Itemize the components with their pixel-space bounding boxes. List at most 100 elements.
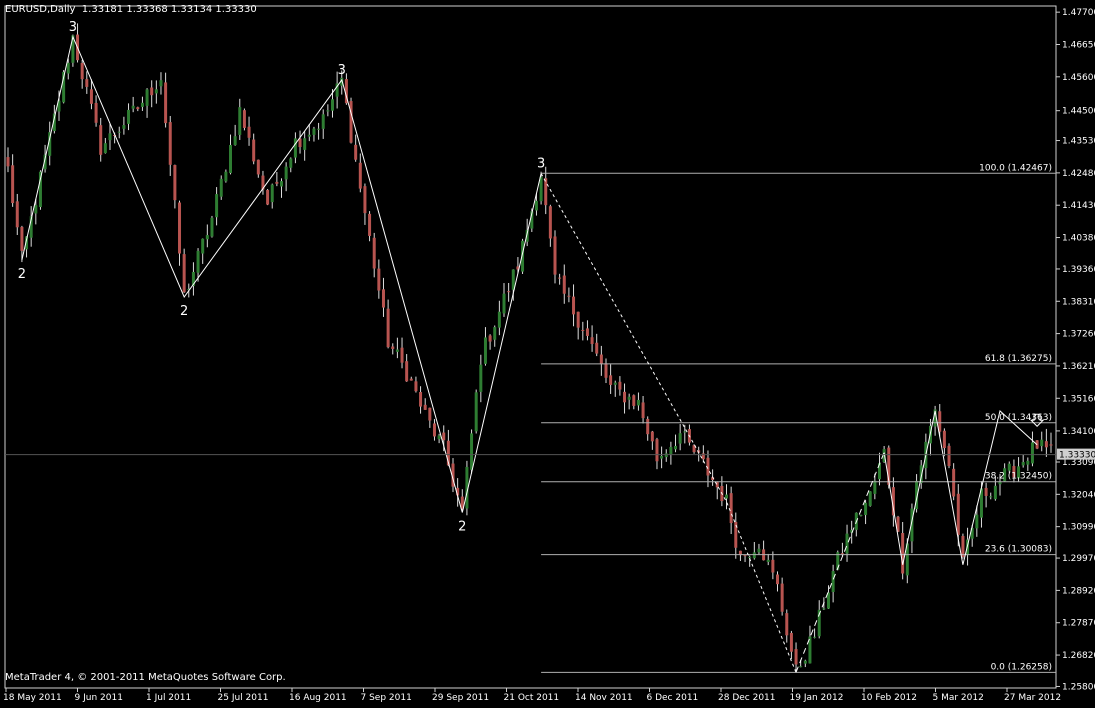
candle-body bbox=[975, 514, 979, 529]
candle-body bbox=[799, 666, 803, 668]
x-tick-label: 1 Jul 2011 bbox=[146, 693, 191, 703]
candle-body bbox=[140, 102, 144, 107]
candle-body bbox=[646, 418, 650, 435]
candle-body bbox=[488, 335, 492, 342]
zigzag-line bbox=[883, 409, 1038, 565]
candle-body bbox=[326, 110, 330, 112]
y-tick-label: 1.30990 bbox=[1062, 523, 1095, 533]
chart-canvas[interactable]: 1.47700 1.46650 1.45600 1.44500 1.43530 1.424… bbox=[0, 0, 1095, 704]
candle-body bbox=[150, 87, 154, 96]
candle-body bbox=[678, 433, 682, 444]
candle-body bbox=[813, 636, 817, 638]
candle-body bbox=[558, 277, 562, 279]
candle-body bbox=[256, 159, 260, 175]
x-tick-label: 19 Jan 2012 bbox=[790, 693, 844, 703]
candle-body bbox=[205, 235, 209, 240]
price-chart[interactable]: 1.47700 1.46650 1.45600 1.44500 1.43530 1.424… bbox=[0, 0, 1095, 704]
candle-body bbox=[785, 613, 789, 636]
candle-body bbox=[1030, 442, 1034, 464]
x-tick-label: 27 Mar 2012 bbox=[1004, 693, 1061, 703]
candle-body bbox=[822, 608, 826, 610]
candle-body bbox=[562, 275, 566, 294]
candle-body bbox=[419, 392, 423, 407]
candle-body bbox=[544, 178, 548, 206]
candle-body bbox=[627, 396, 631, 400]
candle-body bbox=[609, 375, 613, 385]
x-tick-label: 28 Dec 2011 bbox=[718, 693, 776, 703]
candle-body bbox=[66, 62, 70, 74]
candle-body bbox=[395, 349, 399, 352]
candle-body bbox=[984, 487, 988, 496]
candle-body bbox=[599, 354, 603, 365]
candle-body bbox=[6, 157, 10, 167]
candle-body bbox=[748, 556, 752, 558]
candle-body bbox=[1007, 463, 1011, 471]
wave-label: 2 bbox=[180, 304, 188, 319]
candle-body bbox=[159, 80, 163, 87]
candle-body bbox=[252, 139, 256, 162]
y-tick-label: 1.34100 bbox=[1062, 427, 1095, 437]
candle-body bbox=[660, 455, 664, 459]
zigzag-line bbox=[21, 35, 542, 513]
candle-body bbox=[641, 402, 645, 419]
candle-body bbox=[168, 122, 172, 165]
candle-body bbox=[386, 308, 390, 348]
candle-body bbox=[372, 237, 376, 269]
candle-body bbox=[80, 63, 84, 80]
candle-body bbox=[219, 178, 223, 197]
candle-body bbox=[196, 250, 200, 273]
candle-body bbox=[242, 110, 246, 128]
candle-body bbox=[757, 548, 761, 553]
candle-body bbox=[34, 205, 38, 214]
candle-body bbox=[840, 553, 844, 555]
candle-body bbox=[474, 392, 478, 432]
candle-body bbox=[409, 378, 413, 381]
candle-body bbox=[247, 126, 251, 138]
candle-body bbox=[233, 136, 237, 146]
candle-body bbox=[94, 102, 98, 123]
candle-body bbox=[729, 493, 733, 524]
candle-body bbox=[432, 423, 436, 437]
candle-body bbox=[483, 337, 487, 364]
candle-body bbox=[590, 337, 594, 345]
fib-level-label: 0.0 (1.26258) bbox=[991, 662, 1052, 672]
y-tick-label: 1.25800 bbox=[1062, 682, 1095, 692]
wave-label: 3 bbox=[537, 156, 545, 171]
candle-body bbox=[613, 382, 617, 385]
candle-body bbox=[961, 536, 965, 557]
y-tick-label: 1.45600 bbox=[1062, 73, 1095, 83]
candle-body bbox=[534, 200, 538, 211]
candle-body bbox=[391, 346, 395, 349]
candle-body bbox=[103, 143, 107, 154]
y-tick-label: 1.36210 bbox=[1062, 362, 1095, 372]
candle-body bbox=[993, 485, 997, 500]
candle-body bbox=[493, 327, 497, 340]
candle-body bbox=[864, 502, 868, 516]
wave-label: 3 bbox=[338, 63, 346, 78]
candle-body bbox=[470, 433, 474, 470]
candle-body bbox=[776, 574, 780, 585]
x-tick-label: 5 Mar 2012 bbox=[933, 693, 984, 703]
candle-body bbox=[108, 133, 112, 141]
candle-body bbox=[567, 295, 571, 297]
candle-body bbox=[330, 99, 334, 111]
candle-body bbox=[428, 407, 432, 421]
y-tick-label: 1.26820 bbox=[1062, 651, 1095, 661]
y-tick-label: 1.43530 bbox=[1062, 137, 1095, 147]
candle-body bbox=[1049, 444, 1053, 446]
y-tick-label: 1.27870 bbox=[1062, 619, 1095, 629]
candle-body bbox=[182, 254, 186, 293]
candle-body bbox=[683, 431, 687, 433]
y-tick-label: 1.47700 bbox=[1062, 8, 1095, 18]
y-tick-label: 1.38310 bbox=[1062, 297, 1095, 307]
candle-body bbox=[293, 138, 297, 158]
candle-body bbox=[358, 162, 362, 189]
x-tick-label: 21 Oct 2011 bbox=[504, 693, 560, 703]
candle-body bbox=[553, 236, 557, 275]
candle-body bbox=[381, 289, 385, 308]
wave-label: 3 bbox=[69, 20, 77, 35]
candle-body bbox=[789, 632, 793, 652]
candle-body bbox=[99, 125, 103, 155]
candle-body bbox=[502, 293, 506, 314]
candle-body bbox=[178, 202, 182, 254]
